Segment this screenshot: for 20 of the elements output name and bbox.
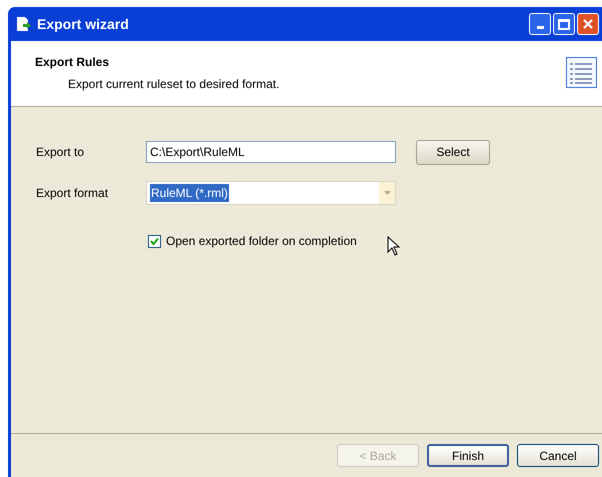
field-label: Export format <box>36 185 110 202</box>
header-title: Export Rules <box>35 54 110 71</box>
wizard-button[interactable]: Cancel <box>517 444 599 467</box>
close-button[interactable] <box>577 13 599 35</box>
mouse-cursor-icon <box>387 236 400 256</box>
dropdown-value: RuleML (*.rml) <box>150 184 229 202</box>
checkbox[interactable] <box>148 234 161 248</box>
field-label: Export to <box>36 144 86 161</box>
document-arrow-icon <box>15 16 31 32</box>
select-button[interactable]: Select <box>416 140 490 164</box>
list-document-icon <box>566 57 597 88</box>
window-title: Export wizard <box>37 14 129 34</box>
close-icon <box>582 18 594 30</box>
format-dropdown[interactable]: RuleML (*.rml) <box>146 181 396 205</box>
header-subtitle: Export current ruleset to desired format. <box>67 76 280 93</box>
wizard-button[interactable]: Finish <box>427 444 509 467</box>
text-field[interactable]: C:\Export\RuleML <box>146 141 396 163</box>
minimize-button[interactable] <box>529 13 551 35</box>
maximize-button[interactable] <box>553 13 575 35</box>
checkbox-label: Open exported folder on completion <box>166 233 357 250</box>
